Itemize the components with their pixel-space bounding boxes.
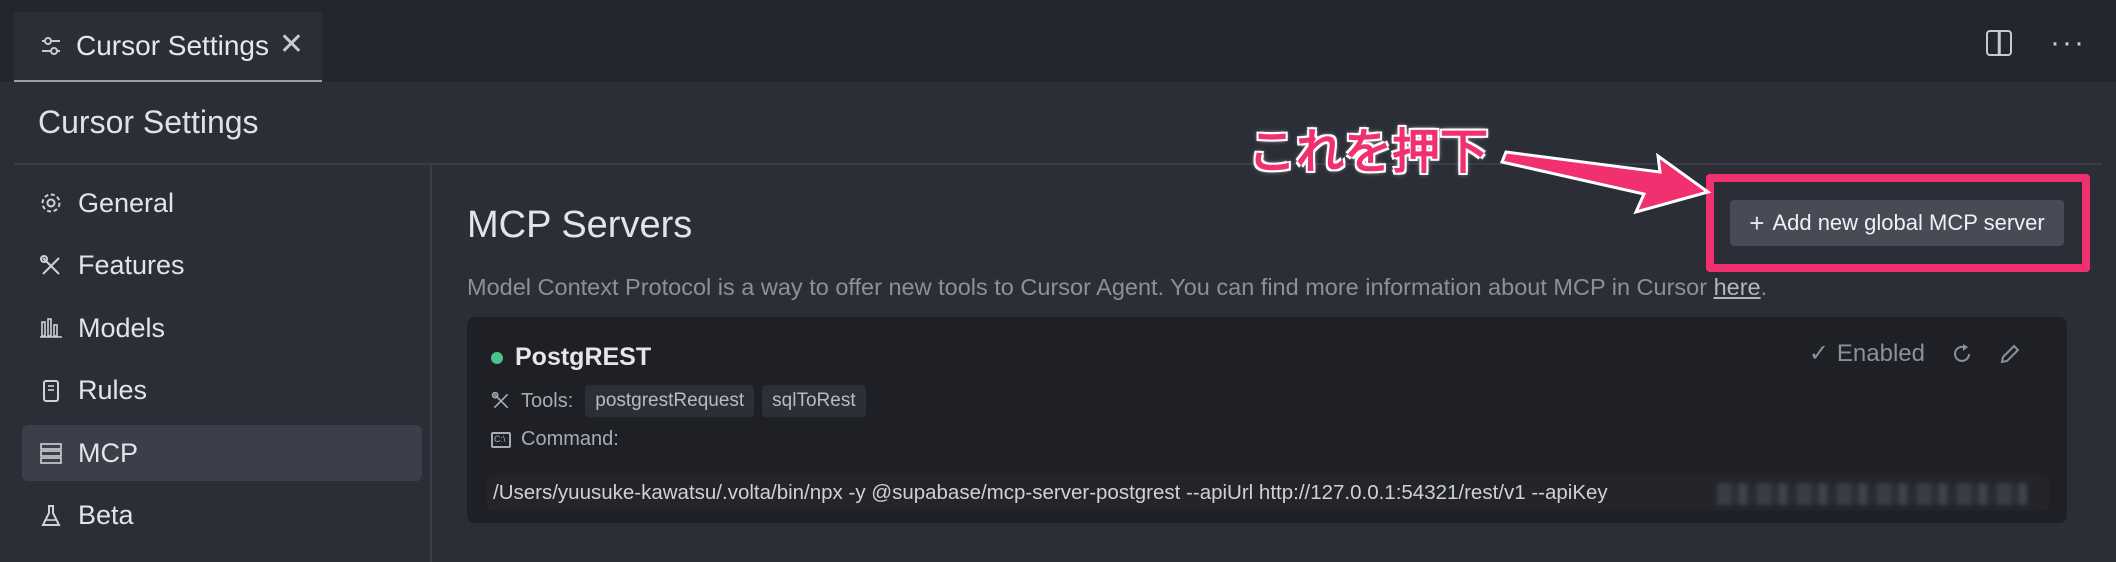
sidebar-item-rules[interactable]: Rules [22, 363, 422, 419]
sidebar-item-label: Rules [78, 375, 148, 405]
split-editor-icon[interactable] [1986, 30, 2013, 56]
server-name: PostgREST [515, 343, 652, 371]
edit-icon[interactable] [1999, 343, 2021, 365]
sidebar-item-label: Features [78, 250, 185, 280]
sidebar-item-general[interactable]: General [22, 175, 422, 231]
status-indicator [491, 352, 503, 364]
description-end: . [1760, 274, 1768, 300]
section-title: MCP Servers [467, 204, 693, 246]
enabled-toggle[interactable]: ✓ Enabled [1809, 339, 1925, 368]
section-description: Model Context Protocol is a way to offer… [467, 274, 1767, 301]
command-box: /Users/yuusuke-kawatsu/.volta/bin/npx -y… [487, 475, 2049, 511]
enabled-label: Enabled [1836, 339, 1925, 367]
bar-chart-icon [38, 315, 64, 341]
tools-label: Tools: [521, 389, 574, 412]
tools-icon [38, 253, 64, 279]
sidebar-item-label: Beta [78, 500, 134, 530]
refresh-icon[interactable] [1951, 343, 1973, 365]
tab-label: Cursor Settings [76, 30, 269, 61]
redacted-api-key [1717, 483, 2027, 505]
annotation-text: これを押下 [1248, 124, 1489, 180]
flask-icon [38, 503, 64, 529]
tools-icon [491, 391, 509, 409]
server-icon [38, 440, 64, 466]
sidebar-item-label: Models [78, 312, 166, 343]
mcp-server-card: PostgREST ✓ Enabled Tools: postgrestRequ… [467, 317, 2067, 523]
command-label: Command: [521, 428, 619, 450]
sidebar-item-features[interactable]: Features [22, 238, 422, 294]
plus-icon: + [1749, 207, 1765, 238]
tool-chip: postgrestRequest [585, 385, 755, 417]
gear-icon [38, 190, 64, 216]
page-title: Cursor Settings [38, 104, 259, 140]
book-icon [38, 378, 64, 404]
sidebar-item-models[interactable]: Models [22, 300, 422, 356]
sidebar-item-mcp[interactable]: MCP [22, 425, 422, 481]
sidebar-item-label: General [78, 187, 175, 218]
close-icon[interactable]: ✕ [279, 30, 304, 60]
more-actions-icon[interactable]: ··· [2050, 28, 2086, 58]
sidebar-divider [430, 165, 432, 562]
add-button-label: Add new global MCP server [1772, 210, 2045, 235]
sidebar: General Features Models Rules MCP Beta [22, 175, 422, 550]
description-text: Model Context Protocol is a way to offer… [467, 274, 1714, 300]
command-text: /Users/yuusuke-kawatsu/.volta/bin/npx -y… [493, 481, 1608, 504]
sidebar-item-label: MCP [78, 437, 138, 468]
terminal-icon: C:\ [491, 431, 511, 448]
tab-bar: Cursor Settings ✕ ··· [0, 0, 2116, 82]
settings-sliders-icon [42, 37, 60, 55]
command-row: C:\ Command: [491, 428, 619, 451]
here-link[interactable]: here [1714, 274, 1761, 300]
sidebar-item-beta[interactable]: Beta [22, 488, 422, 544]
tools-row: Tools: postgrestRequest sqlToRest [491, 385, 874, 417]
check-icon: ✓ [1808, 340, 1829, 367]
tab-cursor-settings[interactable]: Cursor Settings ✕ [14, 12, 322, 82]
add-global-mcp-server-button[interactable]: + Add new global MCP server [1730, 200, 2064, 246]
header-divider [14, 163, 2102, 165]
tool-chip: sqlToRest [762, 385, 866, 417]
